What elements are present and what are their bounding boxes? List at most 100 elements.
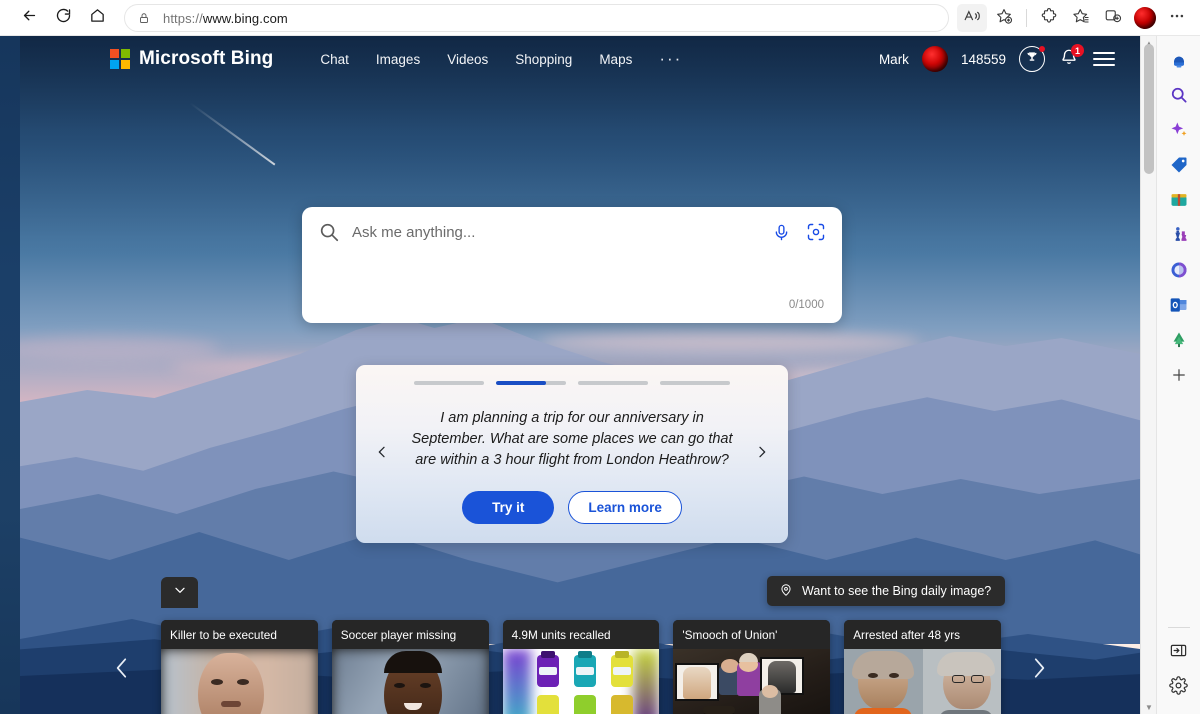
extensions-icon <box>1040 7 1058 30</box>
nav-item-maps[interactable]: Maps <box>599 52 632 67</box>
search-icon <box>1169 85 1189 110</box>
sidebar-settings-button[interactable] <box>1163 672 1195 704</box>
page-scrollbar[interactable]: ▲ ▼ <box>1140 36 1156 714</box>
sidebar-item-outlook[interactable] <box>1163 291 1195 323</box>
sidebar-item-drop-tree[interactable] <box>1163 326 1195 358</box>
address-bar[interactable]: https://www.bing.com <box>124 4 949 32</box>
edge-sidebar <box>1156 36 1200 714</box>
sidebar-item-copilot[interactable] <box>1163 46 1195 78</box>
sidebar-item-games[interactable] <box>1163 186 1195 218</box>
sidebar-item-chess-games[interactable] <box>1163 221 1195 253</box>
split-screen-icon <box>1104 7 1122 30</box>
scroll-down-icon[interactable]: ▼ <box>1141 700 1156 714</box>
favorites-button[interactable] <box>1066 4 1096 32</box>
more-horizontal-icon <box>1168 7 1186 30</box>
copilot-icon <box>1169 50 1189 75</box>
rewards-button[interactable] <box>1019 46 1045 72</box>
prompt-card-actions: Try it Learn more <box>356 491 788 524</box>
search-row <box>302 207 842 243</box>
carousel-progress-bar[interactable] <box>660 381 730 385</box>
location-pin-icon <box>779 583 793 600</box>
bing-header-right: Mark 148559 1 <box>879 46 1140 72</box>
trophy-icon <box>1025 50 1039 69</box>
search-input[interactable] <box>352 224 771 241</box>
chevron-right-icon <box>754 444 770 465</box>
sidebar-item-shopping[interactable] <box>1163 151 1195 183</box>
microphone-icon[interactable] <box>771 222 792 243</box>
sparkle-image-creator-icon <box>1169 120 1189 145</box>
reload-button[interactable] <box>46 3 80 33</box>
search-icon <box>318 221 340 243</box>
carousel-progress-bar[interactable] <box>578 381 648 385</box>
nav-item-images[interactable]: Images <box>376 52 420 67</box>
shopping-tag-icon <box>1169 155 1189 180</box>
news-prev-button[interactable] <box>105 648 139 692</box>
try-it-button[interactable]: Try it <box>462 491 554 524</box>
sidebar-settings-icon <box>1169 676 1188 700</box>
read-aloud-button[interactable] <box>957 4 987 32</box>
bing-header: Microsoft Bing Chat Images Videos Shoppi… <box>20 36 1140 82</box>
read-aloud-icon <box>963 8 982 29</box>
news-card[interactable]: Arrested after 48 yrs <box>844 620 1001 714</box>
home-button[interactable] <box>80 3 114 33</box>
news-card-image <box>161 649 318 714</box>
avatar[interactable] <box>922 46 948 72</box>
carousel-next-button[interactable] <box>750 442 774 466</box>
settings-and-more-button[interactable] <box>1162 4 1192 32</box>
carousel-prev-button[interactable] <box>370 442 394 466</box>
nav-more-icon[interactable]: ··· <box>659 54 682 64</box>
browser-tool-icons <box>957 4 1200 32</box>
reload-icon <box>55 7 72 29</box>
favorites-icon <box>1072 7 1090 30</box>
sidebar-item-microsoft-365[interactable] <box>1163 256 1195 288</box>
notification-badge: 1 <box>1071 44 1084 57</box>
news-card-title: Soccer player missing <box>332 620 489 649</box>
nav-item-chat[interactable]: Chat <box>320 52 349 67</box>
nav-item-shopping[interactable]: Shopping <box>515 52 572 67</box>
sidebar-item-image-creator[interactable] <box>1163 116 1195 148</box>
add-to-favorites-button[interactable] <box>989 4 1019 32</box>
news-card[interactable]: Killer to be executed <box>161 620 318 714</box>
back-button[interactable] <box>12 3 46 33</box>
split-screen-button[interactable] <box>1098 4 1128 32</box>
news-card[interactable]: 'Smooch of Union' <box>673 620 830 714</box>
extensions-button[interactable] <box>1034 4 1064 32</box>
lock-icon <box>135 11 153 25</box>
chess-games-icon <box>1169 225 1189 250</box>
carousel-progress-bar-active[interactable] <box>496 381 566 385</box>
bing-menu-button[interactable] <box>1093 52 1115 66</box>
news-card[interactable]: Soccer player missing <box>332 620 489 714</box>
bing-logo[interactable]: Microsoft Bing <box>110 48 273 70</box>
microsoft-logo-icon <box>110 49 130 69</box>
sidebar-item-add-app[interactable] <box>1163 361 1195 393</box>
sidebar-toggle-button[interactable] <box>1163 637 1195 669</box>
carousel-progress-bar[interactable] <box>414 381 484 385</box>
sidebar-item-search[interactable] <box>1163 81 1195 113</box>
visual-search-icon[interactable] <box>805 222 826 243</box>
rewards-alert-dot <box>1039 46 1045 52</box>
avatar <box>1134 7 1156 29</box>
profile-button[interactable] <box>1130 4 1160 32</box>
address-bar-text: https://www.bing.com <box>163 11 288 26</box>
drop-tree-icon <box>1169 330 1189 355</box>
chevron-left-icon <box>109 655 135 686</box>
back-arrow-icon <box>21 7 38 29</box>
nav-item-videos[interactable]: Videos <box>447 52 488 67</box>
learn-more-button[interactable]: Learn more <box>568 491 682 524</box>
carousel-progress <box>356 381 788 385</box>
microsoft-365-icon <box>1169 260 1189 285</box>
sidebar-divider <box>1168 627 1190 628</box>
scrollbar-thumb[interactable] <box>1144 44 1154 174</box>
collapse-news-button[interactable] <box>161 577 198 608</box>
daily-image-prompt[interactable]: Want to see the Bing daily image? <box>767 576 1005 606</box>
chevron-down-icon <box>172 582 188 603</box>
news-next-button[interactable] <box>1022 648 1056 692</box>
toggle-sidebar-icon <box>1169 641 1188 665</box>
prompt-text: I am planning a trip for our anniversary… <box>410 408 734 471</box>
add-sidebar-app-icon <box>1170 366 1188 389</box>
games-icon <box>1169 190 1189 215</box>
page-viewport: Microsoft Bing Chat Images Videos Shoppi… <box>0 36 1156 714</box>
rewards-points: 148559 <box>961 52 1006 67</box>
notifications-button[interactable]: 1 <box>1058 48 1080 70</box>
news-card[interactable]: 4.9M units recalled <box>503 620 660 714</box>
